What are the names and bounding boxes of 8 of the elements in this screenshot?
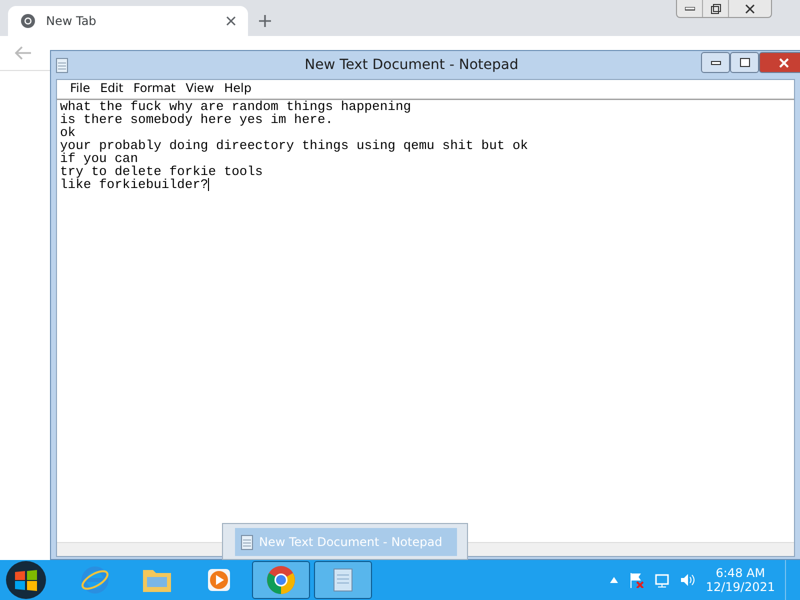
text-line: like forkiebuilder? [60,178,210,191]
text-line: your probably doing direectory things using qemu shit but ok [60,139,530,152]
text-line: what the fuck why are random things happening [60,100,412,113]
text-line: if you can [60,152,138,165]
text-line: ok [60,126,77,139]
text-line: try to delete forkie tools [60,165,264,178]
window-title: New Text Document - Notepad [304,57,520,73]
text-line: is there somebody here yes im here. [60,113,334,126]
